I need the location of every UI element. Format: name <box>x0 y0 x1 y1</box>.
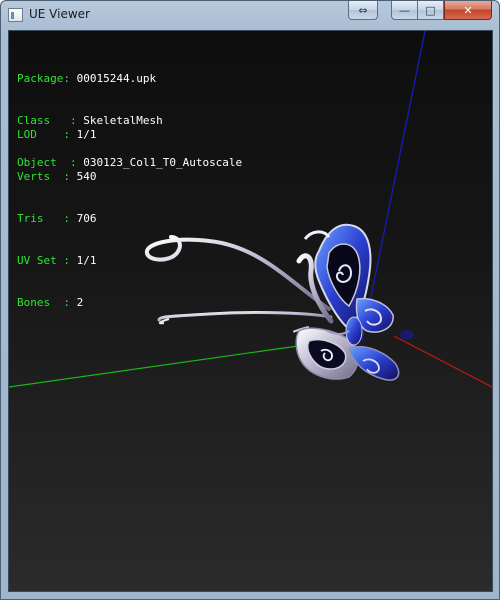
fullscreen-button[interactable]: ⇔ <box>348 1 378 20</box>
info-value: 540 <box>76 170 97 183</box>
app-icon <box>8 8 23 22</box>
fullscreen-icon: ⇔ <box>358 3 368 17</box>
info-row-tris: Tris : 706 <box>17 212 96 226</box>
3d-viewport[interactable]: Package: 00015244.upk Class : SkeletalMe… <box>8 30 493 592</box>
info-row-lod: LOD : 1/1 <box>17 128 96 142</box>
info-value: 1/1 <box>76 254 97 267</box>
info-row-package: Package: 00015244.upk <box>17 72 242 86</box>
close-button[interactable]: ✕ <box>444 1 492 20</box>
info-row-bones: Bones : 2 <box>17 296 96 310</box>
maximize-button[interactable]: □ <box>418 1 444 20</box>
info-value: 030123_Col1_T0_Autoscale <box>83 156 243 169</box>
info-value: 00015244.upk <box>76 72 157 85</box>
info-label: LOD : <box>17 128 77 141</box>
info-label: UV Set : <box>17 254 77 267</box>
info-label: Tris : <box>17 212 77 225</box>
info-label: Bones : <box>17 296 77 309</box>
info-label: Package: <box>17 72 77 85</box>
z-axis-line <box>361 31 426 342</box>
info-value: 706 <box>76 212 97 225</box>
mesh-stats-block: LOD : 1/1 Verts : 540 Tris : 706 UV Set … <box>17 100 96 338</box>
butterfly-mesh <box>145 223 414 381</box>
info-label: Verts : <box>17 170 77 183</box>
maximize-icon: □ <box>425 3 436 17</box>
minimize-icon: — <box>399 3 410 17</box>
info-row-verts: Verts : 540 <box>17 170 96 184</box>
x-axis-line <box>393 335 492 388</box>
info-value: 1/1 <box>76 128 97 141</box>
y-axis-line <box>9 340 334 388</box>
ue-viewer-window: UE Viewer ⇔ — □ ✕ Package: 00015244.upk … <box>0 0 500 600</box>
info-value: 2 <box>76 296 84 309</box>
window-title: UE Viewer <box>29 7 90 21</box>
minimize-button[interactable]: — <box>391 1 418 20</box>
info-row-uvset: UV Set : 1/1 <box>17 254 96 268</box>
close-icon: ✕ <box>463 3 473 17</box>
title-bar[interactable]: UE Viewer ⇔ — □ ✕ <box>1 1 499 29</box>
